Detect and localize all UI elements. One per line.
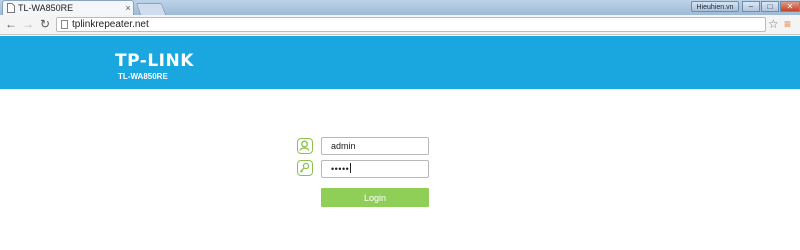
- maximize-button[interactable]: □: [761, 1, 779, 12]
- new-tab-button[interactable]: [135, 3, 167, 15]
- username-input[interactable]: [321, 137, 429, 155]
- forward-arrow-icon[interactable]: →: [21, 17, 35, 31]
- minimize-button[interactable]: –: [742, 1, 760, 12]
- back-arrow-icon[interactable]: ←: [4, 17, 18, 31]
- user-icon: [297, 138, 313, 154]
- tab-title: TL-WA850RE: [18, 3, 74, 13]
- profile-badge[interactable]: Hieuhien.vn: [691, 1, 739, 12]
- brand-logo: TP-LINK: [115, 51, 194, 71]
- header-banner: TP-LINK TL-WA850RE: [0, 36, 800, 89]
- login-button[interactable]: Login: [321, 188, 429, 207]
- password-mask: •••••: [331, 164, 350, 174]
- key-icon: [297, 160, 313, 176]
- bookmark-star-icon[interactable]: ☆: [768, 17, 779, 31]
- url-text[interactable]: tplinkrepeater.net: [72, 18, 149, 31]
- tab-close-icon[interactable]: ×: [123, 3, 133, 13]
- menu-icon[interactable]: ≡: [784, 18, 791, 31]
- close-window-button[interactable]: ✕: [780, 1, 800, 12]
- browser-tab[interactable]: TL-WA850RE ×: [2, 0, 134, 15]
- password-input[interactable]: •••••: [321, 160, 429, 178]
- page-icon: [61, 20, 68, 29]
- model-name: TL-WA850RE: [118, 72, 168, 81]
- address-bar[interactable]: tplinkrepeater.net: [56, 17, 766, 32]
- browser-toolbar: ← → ↻ tplinkrepeater.net ☆ ≡: [0, 15, 800, 35]
- reload-icon[interactable]: ↻: [38, 17, 52, 31]
- browser-titlebar: TL-WA850RE × Hieuhien.vn – □ ✕: [0, 0, 800, 15]
- page-icon: [7, 3, 15, 13]
